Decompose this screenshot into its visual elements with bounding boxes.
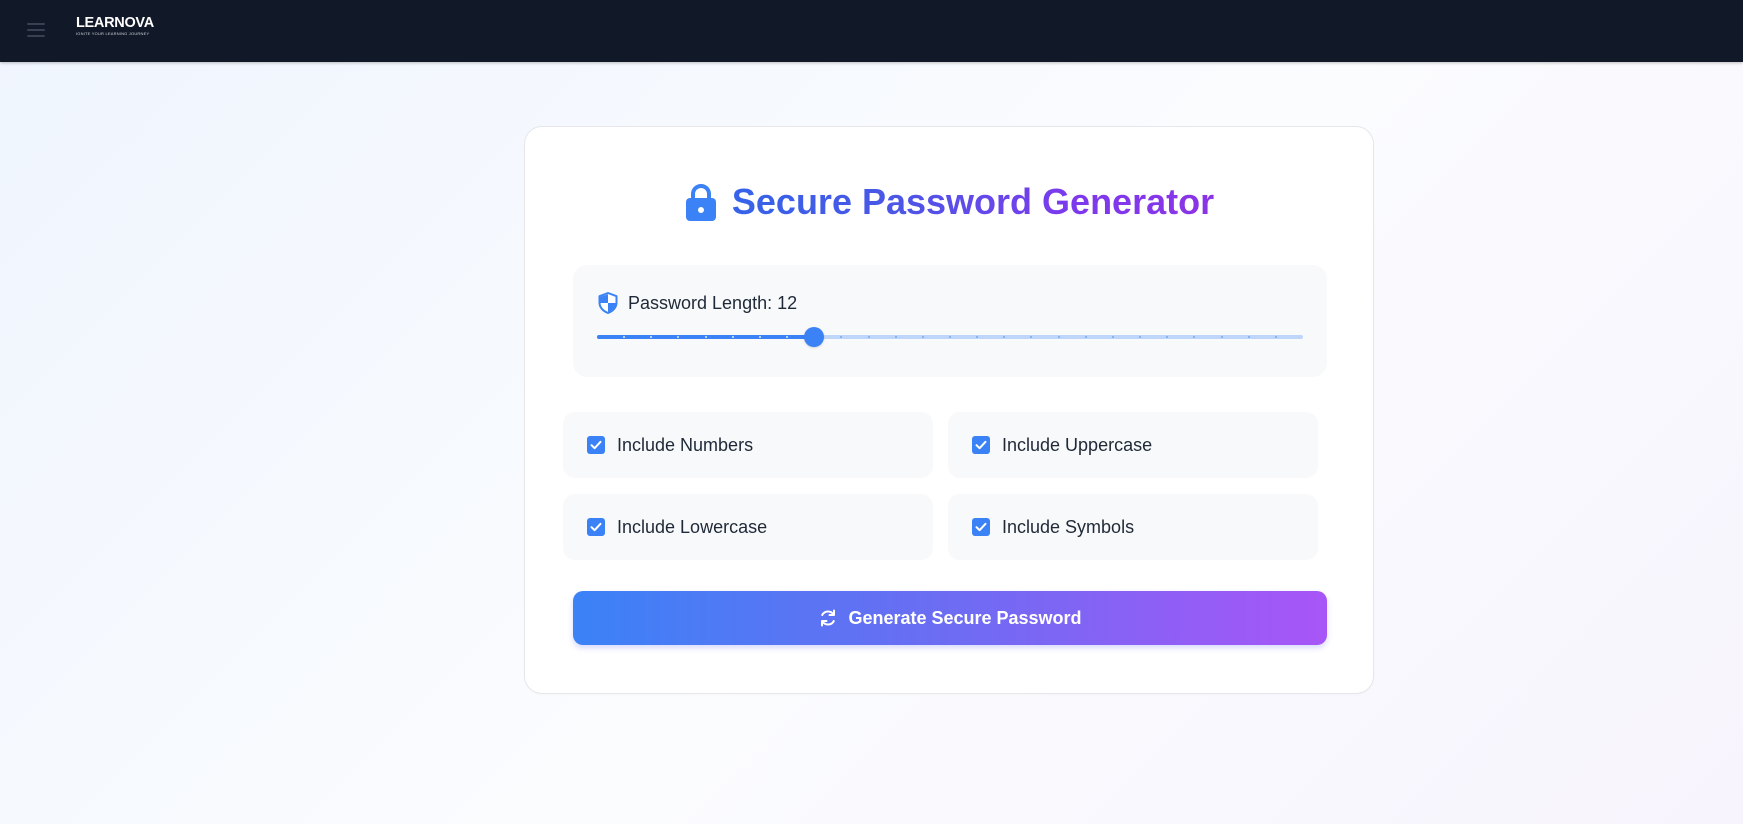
- checkmark-icon: [590, 522, 602, 532]
- include-uppercase-checkbox[interactable]: [972, 436, 990, 454]
- checkmark-icon: [975, 440, 987, 450]
- option-include-numbers[interactable]: Include Numbers: [563, 412, 933, 478]
- include-symbols-checkbox[interactable]: [972, 518, 990, 536]
- password-generator-card: Secure Password Generator Password Lengt…: [524, 126, 1374, 694]
- slider-tick: [949, 336, 951, 338]
- password-length-panel: Password Length: 12: [573, 265, 1327, 377]
- slider-tick: [1111, 336, 1114, 338]
- hamburger-menu-icon[interactable]: [26, 20, 46, 40]
- password-length-value: 12: [777, 293, 798, 313]
- option-include-uppercase[interactable]: Include Uppercase: [948, 412, 1318, 478]
- include-uppercase-label: Include Uppercase: [1002, 435, 1153, 455]
- slider-tick: [894, 336, 897, 338]
- refresh-icon: [821, 609, 836, 627]
- password-length-label: Password Length: 12: [628, 292, 797, 314]
- include-lowercase-label: Include Lowercase: [617, 517, 768, 537]
- slider-tick: [1247, 336, 1250, 338]
- generate-password-label: Generate Secure Password: [848, 608, 1082, 628]
- logo-tagline: IGNITE YOUR LEARNING JOURNEY: [76, 31, 150, 36]
- slider-tick: [758, 336, 761, 338]
- slider-tick: [921, 336, 924, 338]
- password-length-slider[interactable]: [597, 327, 1303, 347]
- include-numbers-checkbox[interactable]: [587, 436, 605, 454]
- slider-tick: [731, 336, 734, 338]
- option-include-lowercase[interactable]: Include Lowercase: [563, 494, 933, 560]
- password-length-label-row: Password Length: 12: [598, 291, 797, 315]
- checkmark-icon: [590, 440, 602, 450]
- slider-tick: [1084, 336, 1087, 338]
- checkmark-icon: [975, 522, 987, 532]
- page-title: Secure Password Generator: [731, 181, 1215, 222]
- include-symbols-label: Include Symbols: [1002, 517, 1135, 537]
- slider-tick: [1057, 336, 1060, 338]
- slider-tick: [1220, 336, 1223, 338]
- slider-tick: [1274, 336, 1277, 338]
- title-row: Secure Password Generator: [525, 177, 1375, 227]
- shield-icon: [598, 292, 618, 314]
- generate-password-button[interactable]: Generate Secure Password: [573, 591, 1327, 645]
- lock-icon: [685, 184, 716, 221]
- slider-thumb[interactable]: [804, 327, 825, 347]
- top-navbar: LEARNOVA IGNITE YOUR LEARNING JOURNEY: [0, 0, 1743, 62]
- learnova-logo[interactable]: LEARNOVA IGNITE YOUR LEARNING JOURNEY: [76, 14, 154, 36]
- include-numbers-label: Include Numbers: [617, 435, 754, 455]
- option-include-symbols[interactable]: Include Symbols: [948, 494, 1318, 560]
- password-length-prefix: Password Length:: [628, 293, 778, 313]
- include-lowercase-checkbox[interactable]: [587, 518, 605, 536]
- logo-text: LEARNOVA: [76, 15, 154, 31]
- slider-tick: [704, 336, 707, 338]
- slider-tick: [867, 336, 870, 338]
